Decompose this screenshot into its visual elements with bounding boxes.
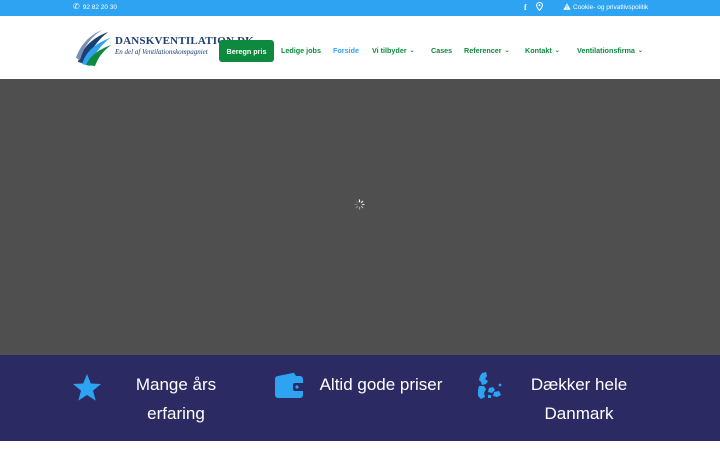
feature-prices: Altid gode priser xyxy=(240,355,480,441)
feature-line: Altid gode priser xyxy=(319,375,443,394)
feature-experience: Mange års erfaring xyxy=(0,355,240,441)
nav-item-ventilationsfirma[interactable]: Ventilationsfirma ⌄ xyxy=(577,46,643,55)
chevron-down-icon: ⌄ xyxy=(409,48,415,54)
cookie-link[interactable]: Cookie- og privatlivspolitik xyxy=(563,3,648,12)
feature-line: Mange års xyxy=(135,375,217,394)
page-bottom xyxy=(0,441,720,450)
star-icon xyxy=(73,374,101,401)
phone-number: 92 82 20 30 xyxy=(82,3,118,11)
cookie-link-label: Cookie- og privatlivspolitik xyxy=(573,4,649,11)
top-bar: ✆ 92 82 20 30 f Cookie- og privatlivspol… xyxy=(0,0,720,16)
nav-item-label: Vi tilbyder xyxy=(372,46,407,55)
feature-line: Dækker hele xyxy=(530,375,628,394)
nav-item-label: Ledige jobs xyxy=(281,46,321,55)
nav-item-label: Ventilationsfirma xyxy=(577,46,635,55)
nav-item-kontakt[interactable]: Kontakt ⌄ xyxy=(525,46,560,55)
nav-item-label: Cases xyxy=(431,46,453,55)
chevron-down-icon: ⌄ xyxy=(554,48,560,54)
logo-mark-icon xyxy=(76,30,111,66)
feature-line: erfaring xyxy=(147,404,205,423)
nav-item-ledige-jobs[interactable]: Ledige jobs xyxy=(281,46,321,55)
phone-link[interactable]: ✆ 92 82 20 30 xyxy=(73,3,117,11)
nav-item-cases[interactable]: Cases xyxy=(431,46,452,55)
nav-item-vi-tilbyder[interactable]: Vi tilbyder ⌄ xyxy=(372,46,415,55)
hero-section xyxy=(0,79,720,355)
nav-item-label: Forside xyxy=(333,46,359,55)
nav-item-label: Kontakt xyxy=(525,46,552,55)
denmark-map-icon xyxy=(478,372,502,399)
nav-item-forside[interactable]: Forside xyxy=(333,46,359,55)
nav-item-referencer[interactable]: Referencer ⌄ xyxy=(464,46,510,55)
logo-tagline: En del af Ventilationskompagniet xyxy=(115,48,208,56)
feature-coverage-text: Dækker hele Danmark xyxy=(516,370,642,428)
chevron-down-icon: ⌄ xyxy=(504,48,510,54)
site-header: DANSKVENTILATION.DK En del af Ventilatio… xyxy=(0,16,720,79)
wallet-icon xyxy=(275,372,304,398)
warning-icon xyxy=(563,3,571,12)
feature-line: Danmark xyxy=(544,404,614,423)
phone-icon: ✆ xyxy=(73,2,80,11)
facebook-icon[interactable]: f xyxy=(524,3,527,12)
feature-prices-text: Altid gode priser xyxy=(313,370,449,399)
beregn-pris-button[interactable]: Beregn pris xyxy=(219,40,274,62)
location-pin-icon[interactable] xyxy=(535,1,543,13)
feature-experience-text: Mange års erfaring xyxy=(112,370,240,428)
nav-item-label: Referencer xyxy=(464,46,502,55)
chevron-down-icon: ⌄ xyxy=(637,48,643,54)
loading-spinner-icon xyxy=(354,199,365,210)
social-links: f xyxy=(524,1,543,13)
features-band: Mange års erfaring Altid gode priser Dæk… xyxy=(0,355,720,441)
feature-coverage: Dækker hele Danmark xyxy=(476,355,720,441)
